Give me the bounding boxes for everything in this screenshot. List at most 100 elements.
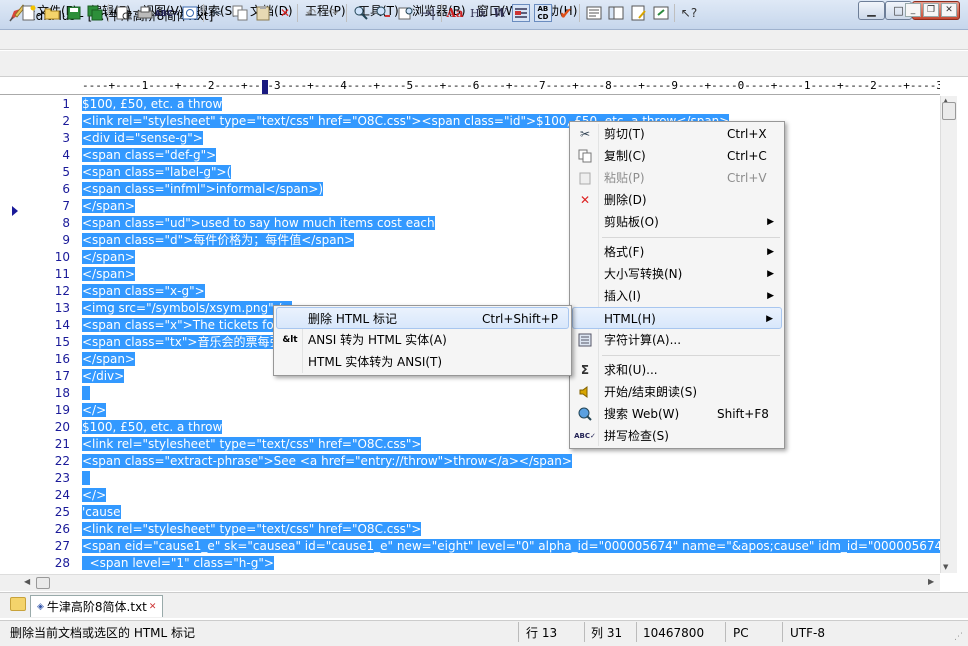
code-line[interactable]: <link rel="stylesheet" type="text/css" h… <box>82 436 422 453</box>
line-number[interactable]: 27 <box>30 538 70 555</box>
user-tool-icon[interactable] <box>652 4 670 22</box>
copy-icon[interactable] <box>231 4 249 22</box>
code-line[interactable]: <span eid="cause1_e" sk="causea" id="cau… <box>82 538 940 555</box>
menu-item-cut[interactable]: ✂ 剪切(T) Ctrl+X <box>572 123 782 145</box>
horizontal-scroll-thumb[interactable] <box>36 577 50 589</box>
tab-close-icon[interactable]: ✕ <box>149 602 157 612</box>
line-number[interactable]: 4 <box>30 147 70 164</box>
line-number[interactable]: 28 <box>30 555 70 572</box>
code-line[interactable]: </div> <box>82 368 125 385</box>
line-number[interactable]: 7 <box>30 198 70 215</box>
browser-preview-icon[interactable] <box>181 4 199 22</box>
code-line[interactable]: <span class="def-g"> <box>82 147 217 164</box>
line-number[interactable]: 18 <box>30 385 70 402</box>
line-number[interactable]: 12 <box>30 283 70 300</box>
menu-item-html[interactable]: HTML(H) ▶ <box>572 307 782 329</box>
line-number[interactable]: 1 <box>30 96 70 113</box>
line-number[interactable]: 11 <box>30 266 70 283</box>
line-number[interactable]: 6 <box>30 181 70 198</box>
find-in-files-icon[interactable] <box>397 4 415 22</box>
line-number[interactable]: 3 <box>30 130 70 147</box>
line-number[interactable]: 2 <box>30 113 70 130</box>
cliptext-icon[interactable] <box>585 4 603 22</box>
line-number[interactable]: 20 <box>30 419 70 436</box>
mdi-restore-button[interactable]: ❐ <box>923 3 939 17</box>
code-line[interactable]: </span> <box>82 198 135 215</box>
menu-item-format[interactable]: 格式(F) ▶ <box>572 241 782 263</box>
find-icon[interactable] <box>352 4 370 22</box>
line-number-gutter[interactable]: 1 2 3 4 5 6 7 8 9 10 11 12 13 14 15 16 17 18 19 20 21 22 23 24 2… <box>0 96 80 573</box>
line-number[interactable]: 24 <box>30 487 70 504</box>
goto-icon[interactable]: →| <box>419 4 437 22</box>
line-number[interactable]: 15 <box>30 334 70 351</box>
code-line[interactable]: <span class="extract-phrase">See <a href… <box>82 453 572 470</box>
code-line[interactable]: <span class="x-g"> <box>82 283 205 300</box>
paste-icon[interactable] <box>254 4 272 22</box>
menu-item-insert[interactable]: 插入(I) ▶ <box>572 285 782 307</box>
menu-item-search-web[interactable]: 搜索 Web(W) Shift+F8 <box>572 403 782 425</box>
code-line[interactable]: <span class="d">每件价格为；每件值</span> <box>82 232 355 249</box>
line-number[interactable]: 21 <box>30 436 70 453</box>
vertical-scrollbar[interactable] <box>940 96 957 573</box>
line-number[interactable]: 17 <box>30 368 70 385</box>
code-line[interactable]: </> <box>82 402 107 419</box>
line-number[interactable]: 19 <box>30 402 70 419</box>
help-cursor-icon[interactable]: ↖? <box>680 4 698 22</box>
folder-icon[interactable] <box>10 597 26 611</box>
code-line[interactable]: <img src="/symbols/xsym.png" /> <box>82 300 292 317</box>
code-line[interactable]: $100, £50, etc. a throw <box>82 419 223 436</box>
line-number[interactable]: 9 <box>30 232 70 249</box>
code-line[interactable]: </span> <box>82 266 135 283</box>
code-line[interactable]: </span> <box>82 249 135 266</box>
menu-item-character-count[interactable]: 字符计算(A)... <box>572 329 782 351</box>
menu-item-ansi-to-html-entity[interactable]: &lt ANSI 转为 HTML 实体(A) <box>276 329 569 351</box>
line-number[interactable]: 14 <box>30 317 70 334</box>
menu-item-strip-html-tags[interactable]: 删除 HTML 标记 Ctrl+Shift+P <box>276 307 569 329</box>
code-line[interactable]: </> <box>82 487 107 504</box>
print-preview-icon[interactable] <box>114 4 132 22</box>
line-number[interactable]: 10 <box>30 249 70 266</box>
scroll-right-arrow-icon[interactable]: ▶ <box>928 577 934 586</box>
code-line[interactable] <box>82 470 90 487</box>
menu-item-html-entity-to-ansi[interactable]: HTML 实体转为 ANSI(T) <box>276 351 569 373</box>
column-select-icon[interactable]: AB CD <box>534 4 552 22</box>
line-number[interactable]: 5 <box>30 164 70 181</box>
undo-icon[interactable]: ↶ <box>302 4 320 22</box>
menu-item-clipboard[interactable]: 剪贴板(O) ▶ <box>572 211 782 233</box>
mdi-close-button[interactable]: ✕ <box>941 3 957 17</box>
code-line[interactable]: <link rel="stylesheet" type="text/css" h… <box>82 521 422 538</box>
ruler-toggle-icon[interactable] <box>512 4 530 22</box>
cut-icon[interactable]: ✂ <box>208 4 226 22</box>
menu-item-sum[interactable]: Σ 求和(U)... <box>572 359 782 381</box>
line-number[interactable]: 16 <box>30 351 70 368</box>
redo-icon[interactable]: ↷ <box>324 4 342 22</box>
menu-item-paste[interactable]: 粘贴(P) Ctrl+V <box>572 167 782 189</box>
code-line[interactable]: 'cause <box>82 504 121 521</box>
hex-icon[interactable]: Hx <box>469 4 487 22</box>
spell-check-icon[interactable]: ABC✓ <box>155 4 180 22</box>
line-number[interactable]: 23 <box>30 470 70 487</box>
menu-item-change-case[interactable]: 大小写转换(N) ▶ <box>572 263 782 285</box>
font-icon[interactable]: Aa <box>446 4 464 22</box>
code-line[interactable] <box>82 385 90 402</box>
code-line[interactable]: $100, £50, etc. a throw <box>82 96 223 113</box>
code-line[interactable]: <span class="infml">informal</span>) <box>82 181 324 198</box>
new-file-icon[interactable] <box>20 4 38 22</box>
code-line[interactable]: <span class="ud">used to say how much it… <box>82 215 435 232</box>
open-file-icon[interactable] <box>43 4 61 22</box>
scroll-down-arrow-icon[interactable]: ▼ <box>943 563 948 571</box>
code-line[interactable]: <span level="1" class="h-g"> <box>82 555 274 572</box>
resize-grip-icon[interactable]: ⋰ <box>954 632 963 642</box>
minimize-button[interactable]: ▁ <box>858 1 885 20</box>
menu-item-read-aloud[interactable]: 开始/结束朗读(S) <box>572 381 782 403</box>
check-icon[interactable]: ✔ <box>557 4 575 23</box>
menu-item-delete[interactable]: ✕ 删除(D) <box>572 189 782 211</box>
menu-item-spell-check[interactable]: ABC✓ 拼写检查(S) <box>572 425 782 447</box>
word-wrap-icon[interactable]: W <box>491 4 509 22</box>
replace-icon[interactable] <box>374 4 392 22</box>
scroll-left-arrow-icon[interactable]: ◀ <box>24 577 30 586</box>
menu-item-copy[interactable]: 复制(C) Ctrl+C <box>572 145 782 167</box>
horizontal-scrollbar[interactable] <box>0 574 940 591</box>
html-toolbar-icon[interactable] <box>630 4 648 22</box>
save-icon[interactable] <box>65 4 83 22</box>
